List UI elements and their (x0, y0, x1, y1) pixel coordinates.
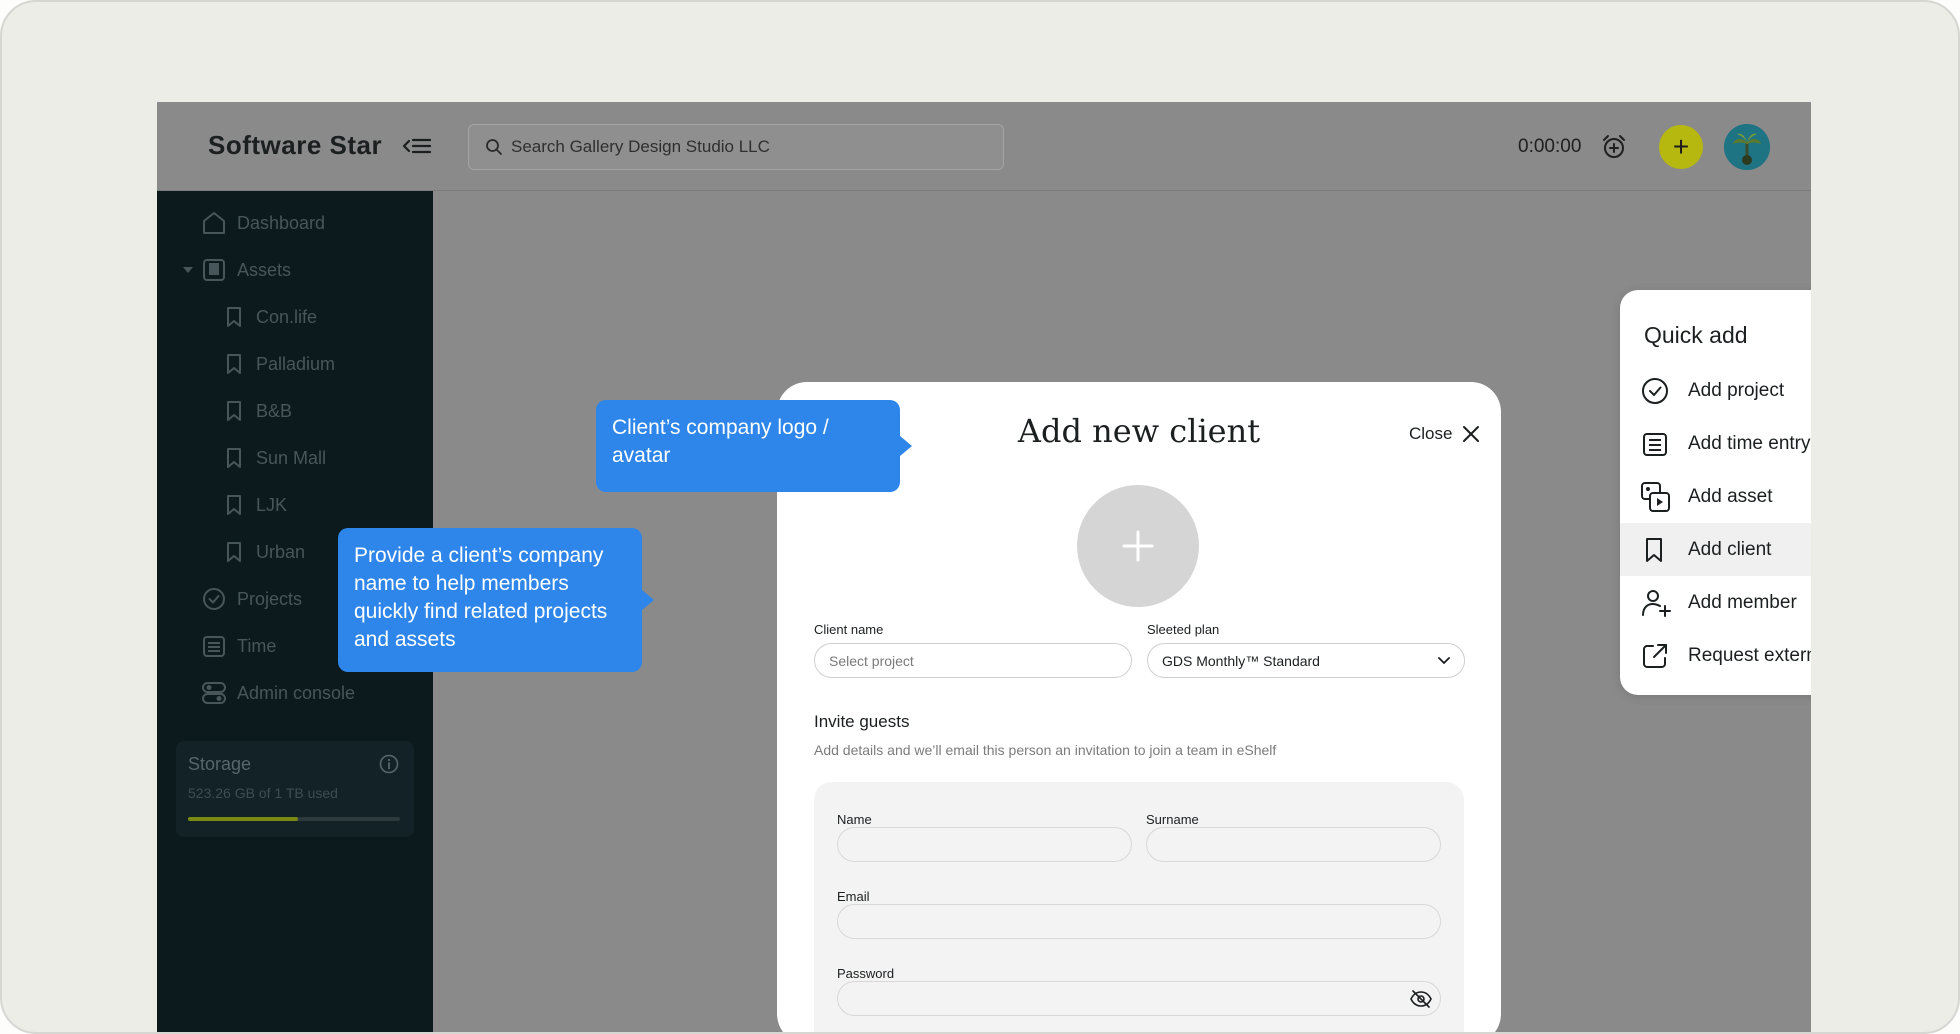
client-name-placeholder: Select project (829, 652, 914, 669)
password-label: Password (837, 966, 895, 981)
sidebar-item-label: Assets (237, 259, 292, 280)
sidebar-item-ljk[interactable]: LJK (224, 485, 287, 525)
external-link-icon (1643, 643, 1667, 668)
sidebar-item-label: Palladium (256, 353, 336, 374)
sidebar-item-label: Urban (256, 541, 306, 562)
window-frame: Software Star 0:00:00 (0, 0, 1960, 1034)
calendar-icon (203, 636, 225, 657)
bookmark-icon (227, 495, 241, 515)
info-icon[interactable] (378, 753, 400, 775)
email-label: Email (837, 889, 870, 904)
media-icon (1641, 481, 1670, 512)
quick-add-member[interactable]: Add member (1620, 576, 1811, 629)
sidebar-item-sun-mall[interactable]: Sun Mall (224, 438, 326, 478)
menu-item-label: Request external assets (1688, 644, 1811, 666)
invite-guests-panel: Name Surname Email Password (814, 782, 1464, 1032)
chevron-down-icon (183, 267, 193, 273)
quick-add-project[interactable]: Add project (1620, 364, 1811, 417)
menu-item-label: Add member (1688, 591, 1797, 613)
quick-add-time-entry[interactable]: Add time entry (1620, 417, 1811, 470)
sidebar-item-admin-console[interactable]: Admin console (201, 673, 355, 713)
invite-guests-title: Invite guests (814, 712, 910, 731)
eye-off-icon[interactable] (1410, 990, 1432, 1008)
app-window: Software Star 0:00:00 (157, 102, 1811, 1032)
search-input[interactable] (511, 125, 991, 169)
add-user-icon (1642, 589, 1671, 617)
avatar-image (1724, 124, 1770, 170)
quick-add-button[interactable]: + (1659, 125, 1703, 169)
calendar-icon (1643, 432, 1667, 456)
quick-add-menu: Quick add Add project Add time entry Add… (1620, 290, 1811, 695)
sidebar-item-con-life[interactable]: Con.life (224, 297, 317, 337)
sidebar-item-b-and-b[interactable]: B&B (224, 391, 292, 431)
assets-icon (203, 259, 225, 281)
home-icon (203, 212, 225, 234)
bookmark-icon (227, 307, 241, 327)
storage-progress-fill (188, 817, 299, 821)
top-bar: Software Star 0:00:00 (157, 102, 1811, 191)
bookmark-icon (227, 354, 241, 374)
invite-guests-subtitle: Add details and we’ll email this person … (814, 742, 1277, 758)
menu-item-label: Add time entry (1688, 432, 1811, 454)
quick-add-request-external-assets[interactable]: Request external assets (1620, 629, 1811, 682)
close-label: Close (1409, 424, 1453, 443)
sidebar-item-label: Time (237, 635, 277, 656)
surname-input[interactable] (1146, 827, 1441, 862)
sidebar-item-label: Dashboard (237, 212, 326, 233)
client-name-tooltip: Provide a client’s company name to help … (338, 528, 654, 672)
sidebar-item-label: Admin console (237, 682, 356, 703)
plan-value: GDS Monthly™ Standard (1162, 652, 1320, 669)
menu-item-label: Add asset (1688, 485, 1773, 507)
quick-add-title: Quick add (1644, 322, 1748, 348)
user-avatar[interactable] (1724, 124, 1770, 170)
check-circle-icon (1642, 377, 1668, 404)
close-button[interactable]: Close (1409, 424, 1480, 444)
sidebar-item-urban[interactable]: Urban (224, 532, 305, 572)
bookmark-icon (227, 401, 241, 421)
sidebar-item-palladium[interactable]: Palladium (224, 344, 335, 384)
bookmark-icon (1646, 537, 1662, 562)
sidebar-item-label: LJK (256, 494, 288, 515)
quick-add-asset[interactable]: Add asset (1620, 470, 1811, 523)
timer-display: 0:00:00 (1518, 136, 1582, 157)
plan-label: Sleeted plan (1147, 622, 1220, 637)
name-input[interactable] (837, 827, 1132, 862)
sidebar-item-label: B&B (256, 400, 293, 421)
chevron-down-icon (1438, 657, 1450, 664)
sidebar-item-projects[interactable]: Projects (201, 579, 302, 619)
toggles-icon (202, 682, 226, 704)
alarm-clock-icon[interactable] (1600, 133, 1628, 161)
close-icon (1463, 426, 1480, 442)
password-input[interactable] (837, 981, 1441, 1016)
search-bar[interactable] (468, 124, 1004, 170)
logo-upload-button[interactable] (1077, 485, 1199, 607)
check-circle-icon (203, 588, 225, 610)
logo-tooltip: Client’s company logo / avatar (596, 400, 912, 492)
storage-title: Storage (188, 754, 252, 774)
storage-usage: 523.26 GB of 1 TB used (188, 785, 338, 801)
storage-progress-track (188, 817, 400, 821)
client-name-label: Client name (814, 622, 884, 637)
plan-select[interactable]: GDS Monthly™ Standard (1147, 643, 1465, 678)
client-name-input[interactable]: Select project (814, 643, 1132, 678)
sidebar-item-label: Projects (237, 588, 303, 609)
name-label: Name (837, 812, 872, 827)
collapse-sidebar-icon[interactable] (402, 134, 432, 158)
sidebar-item-label: Con.life (256, 306, 318, 327)
quick-add-client[interactable]: Add client (1620, 523, 1811, 576)
brand-logo[interactable]: Software Star (208, 130, 382, 161)
bookmark-icon (227, 542, 241, 562)
sidebar-item-label: Sun Mall (256, 447, 327, 468)
plus-icon (1122, 530, 1154, 562)
menu-item-label: Add project (1688, 379, 1785, 401)
email-input[interactable] (837, 904, 1441, 939)
sidebar-item-dashboard[interactable]: Dashboard (201, 203, 325, 243)
menu-item-label: Add client (1688, 538, 1772, 560)
surname-label: Surname (1146, 812, 1199, 827)
bookmark-icon (227, 448, 241, 468)
sidebar-item-time[interactable]: Time (201, 626, 276, 666)
sidebar-item-assets[interactable]: Assets (182, 250, 291, 290)
storage-card: Storage 523.26 GB of 1 TB used (176, 741, 414, 837)
search-icon (486, 139, 502, 155)
